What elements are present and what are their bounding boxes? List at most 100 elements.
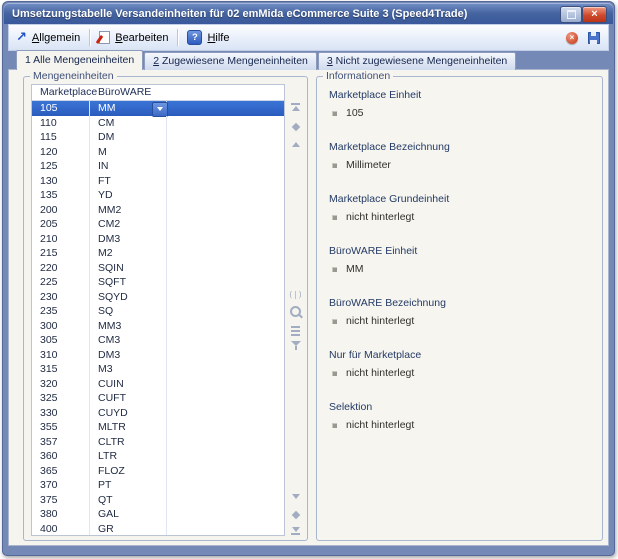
restore-button[interactable] xyxy=(560,6,582,23)
scroll-page-down-button[interactable] xyxy=(286,507,305,522)
info-field-label: Selektion xyxy=(329,401,592,413)
table-row[interactable]: 320CUIN xyxy=(32,377,284,392)
cell-marketplace: 120 xyxy=(32,145,90,160)
table-row[interactable]: 330CUYD xyxy=(32,406,284,421)
scroll-last-button[interactable] xyxy=(286,523,305,538)
save-icon[interactable] xyxy=(588,32,600,44)
table-row[interactable]: 125IN xyxy=(32,159,284,174)
table-row[interactable]: 380GAL xyxy=(32,507,284,522)
table-row[interactable]: 120M xyxy=(32,145,284,160)
cell-bueroware: M xyxy=(90,145,167,160)
bueroware-dropdown-button[interactable] xyxy=(152,102,168,117)
cell-bueroware: M2 xyxy=(90,246,167,261)
table-row[interactable]: 370PT xyxy=(32,478,284,493)
cell-bueroware: CLTR xyxy=(90,435,167,450)
cell-bueroware: MM3 xyxy=(90,319,167,334)
allgemein-button[interactable]: ↗ Allgemein xyxy=(9,29,87,46)
table-row[interactable]: 400GR xyxy=(32,522,284,537)
table-row[interactable]: 360LTR xyxy=(32,449,284,464)
info-field-label: Marketplace Grundeinheit xyxy=(329,193,592,205)
square-bullet-icon xyxy=(332,267,337,272)
info-field: BüroWARE Bezeichnungnicht hinterlegt xyxy=(329,297,592,327)
table-row[interactable]: 230SQYD xyxy=(32,290,284,305)
table-row[interactable]: 205CM2 xyxy=(32,217,284,232)
bearbeiten-button[interactable]: Bearbeiten xyxy=(92,29,175,46)
info-field-label: BüroWARE Einheit xyxy=(329,245,592,257)
cell-marketplace: 235 xyxy=(32,304,90,319)
cell-bueroware: CUIN xyxy=(90,377,167,392)
square-bullet-icon xyxy=(332,215,337,220)
cell-marketplace: 125 xyxy=(32,159,90,174)
scroll-down-icon xyxy=(292,494,300,499)
info-fields: Marketplace Einheit105Marketplace Bezeic… xyxy=(329,89,592,453)
cell-bueroware: YD xyxy=(90,188,167,203)
titlebar: Umsetzungstabelle Versandeinheiten für 0… xyxy=(4,3,613,24)
allgemein-label: Allgemein xyxy=(32,32,80,44)
filter-button[interactable] xyxy=(286,338,305,353)
table-row[interactable]: 220SQIN xyxy=(32,261,284,276)
info-field-value: nicht hinterlegt xyxy=(346,211,414,223)
cancel-icon[interactable]: × xyxy=(566,32,578,44)
table-row[interactable]: 300MM3 xyxy=(32,319,284,334)
cell-marketplace: 230 xyxy=(32,290,90,305)
search-button[interactable] xyxy=(286,304,305,319)
mengeneinheiten-group-title: Mengeneinheiten xyxy=(30,70,117,82)
sort-button[interactable] xyxy=(286,323,305,338)
cell-bueroware: GAL xyxy=(90,507,167,522)
toolbar-separator xyxy=(89,29,90,46)
cell-marketplace: 215 xyxy=(32,246,90,261)
table-row[interactable]: 235SQ xyxy=(32,304,284,319)
column-header-bueroware[interactable]: BüroWARE xyxy=(90,85,167,100)
cell-bueroware: SQFT xyxy=(90,275,167,290)
cell-bueroware: LTR xyxy=(90,449,167,464)
cell-marketplace: 225 xyxy=(32,275,90,290)
tab-nicht-zugewiesene-mengeneinheiten[interactable]: 3 Nicht zugewiesene Mengeneinheiten xyxy=(318,52,516,70)
columns-button[interactable]: (|) xyxy=(286,287,305,302)
cell-marketplace: 210 xyxy=(32,232,90,247)
table-row[interactable]: 365FLOZ xyxy=(32,464,284,479)
cell-marketplace: 305 xyxy=(32,333,90,348)
table-row[interactable]: 357CLTR xyxy=(32,435,284,450)
info-field-value: 105 xyxy=(346,107,364,119)
table-row[interactable]: 375QT xyxy=(32,493,284,508)
close-icon: × xyxy=(591,9,597,20)
column-header-marketplace[interactable]: Marketplace xyxy=(32,85,90,100)
scroll-last-icon xyxy=(292,527,300,532)
info-field-value: nicht hinterlegt xyxy=(346,419,414,431)
scroll-page-up-button[interactable] xyxy=(286,119,305,134)
table-row[interactable]: 115DM xyxy=(32,130,284,145)
cell-marketplace: 315 xyxy=(32,362,90,377)
table-row[interactable]: 305CM3 xyxy=(32,333,284,348)
info-field: Marketplace BezeichnungMillimeter xyxy=(329,141,592,171)
cell-marketplace: 110 xyxy=(32,116,90,131)
table-row[interactable]: 355MLTR xyxy=(32,420,284,435)
scroll-down-button[interactable] xyxy=(286,489,305,504)
square-bullet-icon xyxy=(332,319,337,324)
close-button[interactable]: × xyxy=(582,6,607,23)
table-row[interactable]: 210DM3 xyxy=(32,232,284,247)
info-field: Nur für Marketplacenicht hinterlegt xyxy=(329,349,592,379)
tab-alle-mengeneinheiten[interactable]: 1 Alle Mengeneinheiten xyxy=(16,50,143,70)
table-row[interactable]: 325CUFT xyxy=(32,391,284,406)
table-row[interactable]: 225SQFT xyxy=(32,275,284,290)
tab-zugewiesene-mengeneinheiten[interactable]: 2 Zugewiesene Mengeneinheiten xyxy=(144,52,317,70)
cell-bueroware: GR xyxy=(90,522,167,537)
table-row[interactable]: 215M2 xyxy=(32,246,284,261)
table-row[interactable]: 105MM xyxy=(32,101,284,116)
cell-marketplace: 130 xyxy=(32,174,90,189)
cell-bueroware: SQYD xyxy=(90,290,167,305)
cell-bueroware: CUFT xyxy=(90,391,167,406)
cell-bueroware: MM2 xyxy=(90,203,167,218)
cell-bueroware: PT xyxy=(90,478,167,493)
scroll-up-button[interactable] xyxy=(286,137,305,152)
table-row[interactable]: 130FT xyxy=(32,174,284,189)
hilfe-button[interactable]: ? Hilfe xyxy=(180,28,236,47)
table-row[interactable]: 110CM xyxy=(32,116,284,131)
scroll-first-button[interactable] xyxy=(286,99,305,114)
table-row[interactable]: 200MM2 xyxy=(32,203,284,218)
tab-page: Mengeneinheiten Marketplace BüroWARE 105… xyxy=(8,69,609,546)
table-row[interactable]: 310DM3 xyxy=(32,348,284,363)
cell-bueroware: CM2 xyxy=(90,217,167,232)
table-row[interactable]: 315M3 xyxy=(32,362,284,377)
table-row[interactable]: 135YD xyxy=(32,188,284,203)
